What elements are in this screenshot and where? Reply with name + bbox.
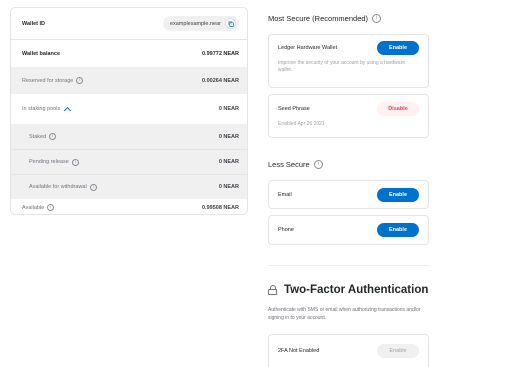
less-secure-heading: Less Secure i bbox=[268, 160, 323, 169]
available-value: 0.99508 NEAR bbox=[202, 204, 239, 211]
ledger-enable-button[interactable]: Enable bbox=[377, 41, 419, 55]
wallet-balance-row: Wallet balance 0.99772 NEAR bbox=[11, 39, 247, 67]
available-withdrawal-value: 0 NEAR bbox=[218, 184, 239, 190]
staked-row: Staked i 0 NEAR bbox=[11, 124, 247, 149]
two-factor-card: 2FA Not Enabled Enable bbox=[268, 334, 429, 367]
two-factor-heading: Two-Factor Authentication bbox=[268, 284, 428, 296]
two-factor-status: 2FA Not Enabled bbox=[278, 348, 320, 354]
info-icon[interactable]: i bbox=[47, 204, 55, 211]
email-enable-button[interactable]: Enable bbox=[377, 187, 419, 202]
wallet-id-label: Wallet ID bbox=[22, 20, 46, 27]
available-withdrawal-row: Available for withdrawal i 0 NEAR bbox=[11, 174, 247, 199]
reserved-label: Reserved for storage bbox=[22, 77, 74, 84]
less-secure-title: Less Secure bbox=[268, 160, 310, 169]
pending-release-value: 0 NEAR bbox=[218, 159, 239, 165]
available-label: Available bbox=[22, 204, 45, 211]
two-factor-enable-button[interactable]: Enable bbox=[377, 344, 419, 358]
most-secure-title: Most Secure (Recommended) bbox=[268, 14, 369, 23]
lock-icon bbox=[268, 285, 277, 295]
seed-phrase-card: Seed Phrase Disable Enabled Apr 26 2021 bbox=[268, 94, 429, 138]
wallet-id-pill: examplesample.near bbox=[162, 16, 239, 31]
available-row: Available i 0.99508 NEAR bbox=[11, 199, 247, 214]
pending-release-label: Pending release bbox=[29, 159, 69, 165]
info-icon[interactable]: i bbox=[372, 14, 382, 23]
ledger-card: Ledger Hardware Wallet Enable Improve th… bbox=[268, 34, 429, 88]
info-icon[interactable]: i bbox=[76, 77, 84, 84]
available-withdrawal-label: Available for withdrawal bbox=[29, 184, 87, 190]
wallet-balance-label: Wallet balance bbox=[22, 50, 61, 57]
copy-button[interactable] bbox=[225, 18, 236, 29]
staking-pools-label: In staking pools bbox=[22, 106, 61, 112]
two-factor-description: Authenticate with SMS or email when auth… bbox=[268, 307, 421, 321]
staked-label: Staked bbox=[29, 133, 47, 140]
seed-phrase-status: Enabled Apr 26 2021 bbox=[278, 121, 325, 127]
wallet-id-row: Wallet ID examplesample.near bbox=[11, 8, 247, 39]
phone-name: Phone bbox=[278, 227, 294, 233]
phone-card: Phone Enable bbox=[268, 215, 429, 245]
wallet-id-value: examplesample.near bbox=[169, 20, 221, 27]
reserved-value: 0.00264 NEAR bbox=[202, 77, 239, 84]
pending-release-row: Pending release i 0 NEAR bbox=[11, 149, 247, 174]
seed-phrase-disable-button[interactable]: Disable bbox=[377, 102, 419, 116]
wallet-balance-panel: Wallet ID examplesample.near Wallet bala… bbox=[10, 7, 248, 215]
ledger-name: Ledger Hardware Wallet bbox=[278, 45, 338, 51]
ledger-description: Improve the security of your account by … bbox=[278, 60, 406, 74]
email-card: Email Enable bbox=[268, 180, 429, 209]
staking-pools-value: 0 NEAR bbox=[218, 106, 239, 112]
info-icon[interactable]: i bbox=[313, 160, 323, 169]
seed-phrase-name: Seed Phrase bbox=[278, 106, 310, 112]
email-name: Email bbox=[278, 191, 292, 198]
info-icon[interactable]: i bbox=[89, 183, 97, 191]
copy-icon bbox=[228, 21, 234, 27]
staked-value: 0 NEAR bbox=[218, 133, 239, 140]
phone-enable-button[interactable]: Enable bbox=[377, 223, 419, 237]
info-icon[interactable]: i bbox=[71, 158, 79, 166]
info-icon[interactable]: i bbox=[49, 133, 57, 140]
staking-pools-row[interactable]: In staking pools 0 NEAR bbox=[11, 94, 247, 124]
most-secure-heading: Most Secure (Recommended) i bbox=[268, 14, 382, 23]
section-divider bbox=[268, 265, 429, 266]
two-factor-title: Two-Factor Authentication bbox=[284, 284, 429, 296]
wallet-balance-value: 0.99772 NEAR bbox=[202, 50, 239, 57]
reserved-row: Reserved for storage i 0.00264 NEAR bbox=[11, 67, 247, 94]
chevron-up-icon[interactable] bbox=[64, 106, 72, 115]
